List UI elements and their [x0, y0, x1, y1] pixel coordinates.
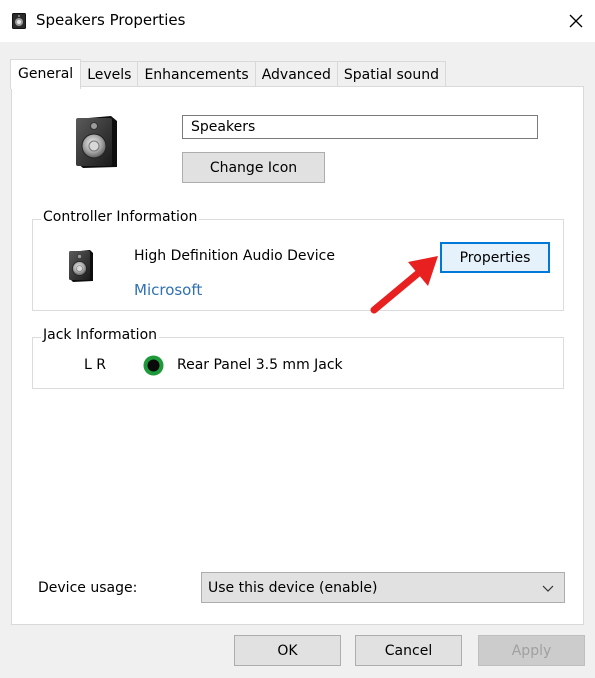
general-tab-panel: Change Icon Controller Information High … [11, 86, 584, 625]
controller-device-name: High Definition Audio Device [134, 248, 335, 264]
device-usage-select[interactable]: Use this device (enable) [201, 572, 565, 603]
chevron-down-icon [542, 585, 554, 592]
audio-jack-icon [143, 355, 164, 376]
apply-button[interactable]: Apply [478, 635, 585, 666]
ok-button[interactable]: OK [234, 635, 341, 666]
group-label: Jack Information [41, 327, 160, 343]
speaker-icon [12, 13, 26, 29]
controller-information-group: Controller Information High Definition A… [32, 209, 564, 314]
device-usage-label: Device usage: [38, 580, 138, 596]
tab-strip: General Levels Enhancements Advanced Spa… [10, 59, 447, 89]
tab-enhancements[interactable]: Enhancements [137, 61, 256, 88]
group-label: Controller Information [41, 209, 200, 225]
tab-advanced[interactable]: Advanced [254, 61, 338, 88]
jack-description: Rear Panel 3.5 mm Jack [177, 357, 343, 373]
device-usage-selected-value: Use this device (enable) [208, 579, 378, 596]
close-button[interactable] [561, 6, 591, 36]
device-name-input[interactable] [182, 115, 538, 139]
speaker-icon [76, 116, 117, 168]
tab-spatial-sound[interactable]: Spatial sound [336, 61, 447, 88]
title-bar: Speakers Properties [0, 0, 595, 42]
jack-information-group: Jack Information L R Rear Panel 3.5 mm J… [32, 327, 564, 389]
cancel-button[interactable]: Cancel [355, 635, 462, 666]
jack-channels: L R [84, 357, 106, 373]
change-icon-button[interactable]: Change Icon [182, 152, 325, 183]
window-title: Speakers Properties [36, 11, 186, 29]
controller-vendor-link[interactable]: Microsoft [134, 281, 202, 299]
properties-button[interactable]: Properties [440, 242, 550, 273]
red-arrow-icon [370, 256, 438, 314]
tab-general[interactable]: General [10, 59, 82, 89]
close-icon [569, 14, 583, 28]
speakers-properties-window: Speakers Properties General Levels Enhan… [0, 0, 595, 678]
speaker-icon [69, 250, 93, 282]
tab-levels[interactable]: Levels [80, 61, 139, 88]
